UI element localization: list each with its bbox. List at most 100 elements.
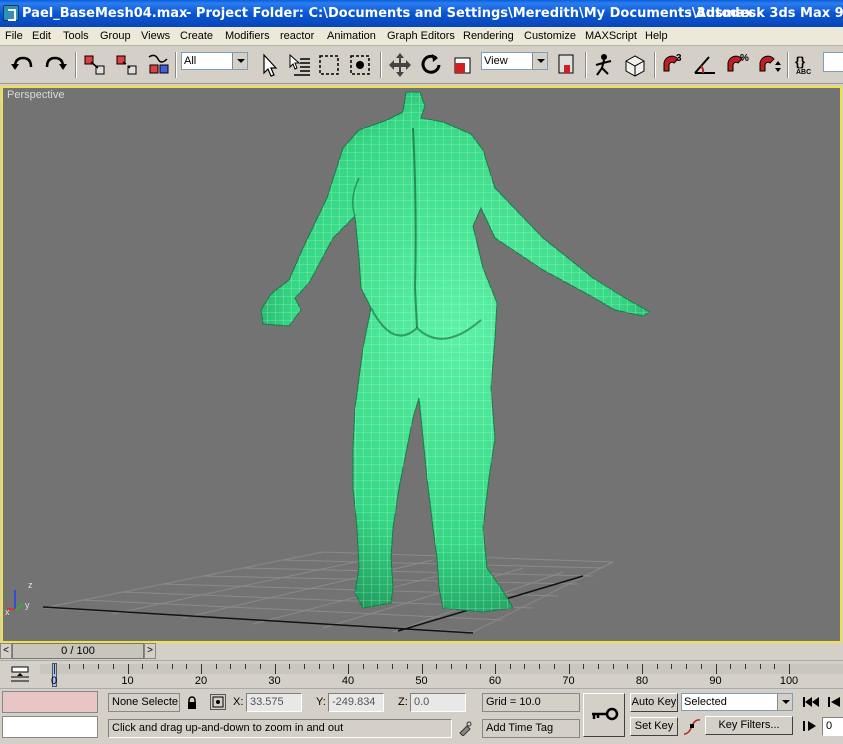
select-and-move-button[interactable] [387,51,413,79]
ruler-tick [715,664,717,674]
angle-snap-toggle-button[interactable] [692,51,718,79]
ruler-tick [201,664,202,674]
3dsmax-app-icon[interactable] [3,5,19,21]
ruler-tick-label: 60 [488,675,502,687]
maxscript-listener-pink[interactable] [2,691,98,713]
percent-snap-toggle-button[interactable]: % [724,51,750,79]
scale-icon [454,57,471,74]
select-and-manipulate-button[interactable] [591,51,617,79]
menu-rendering[interactable]: Rendering [463,29,514,43]
menu-group[interactable]: Group [100,29,131,43]
ruler-tick [568,664,570,674]
menu-create[interactable]: Create [180,29,213,43]
selection-filter-value: All [184,55,197,67]
menu-help[interactable]: Help [645,29,668,43]
window-crossing-button[interactable] [348,51,374,79]
use-pivot-center-button[interactable] [554,51,580,79]
base-mesh-model[interactable] [260,91,652,613]
key-filters-button[interactable]: Key Filters... [705,716,793,735]
title-bar[interactable]: Pael_BaseMesh04.max - Project Folder: C:… [0,0,843,27]
title-app-name: - Autodesk 3ds Max 9 SP2 [686,6,843,21]
time-slider-prev-button[interactable]: < [0,643,12,659]
menu-file[interactable]: File [5,29,23,43]
time-slider[interactable]: < 0 / 100 > [0,643,843,660]
ruler-tick-label: 100 [779,675,799,687]
curve-editor-icon [11,666,29,682]
track-bar[interactable]: 0 10 20 30 40 50 60 70 80 90 100 [0,660,843,688]
previous-frame-button[interactable] [827,695,841,712]
time-slider-thumb[interactable]: 0 / 100 [12,643,144,659]
menu-views[interactable]: Views [141,29,170,43]
ruler-tick [377,664,379,669]
ruler-tick [656,664,658,669]
bind-space-warp-button[interactable] [146,51,172,79]
perspective-viewport[interactable]: Perspective y x z [1,86,842,643]
ruler-tick [553,664,555,669]
menu-customize[interactable]: Customize [524,29,576,43]
key-mode-toggle-button[interactable] [802,719,820,736]
ruler-tick [597,664,599,669]
z-coordinate-field[interactable]: 0.0 [410,693,466,712]
menu-graph-editors[interactable]: Graph Editors [387,29,455,43]
edit-named-selection-button[interactable]: {} ABC [793,51,819,79]
ruler-tick-label: 40 [341,675,355,687]
ruler-tick [509,664,511,669]
selection-filter-dropdown[interactable]: All [181,52,248,70]
select-and-scale-button[interactable] [450,51,476,79]
track-bar-ruler[interactable]: 0 10 20 30 40 50 60 70 80 90 100 [40,661,843,689]
axis-z-label: z [28,580,33,590]
ruler-tick [230,664,232,669]
toolbar-separator [654,52,656,78]
select-by-name-button[interactable] [286,51,312,79]
named-selection-field[interactable] [823,52,843,72]
y-coordinate-field[interactable]: -249.834 [328,693,384,712]
select-and-rotate-button[interactable] [418,51,444,79]
go-to-start-button[interactable] [802,695,820,712]
snap-mode-label: 3 [676,53,682,64]
menu-edit[interactable]: Edit [32,29,51,43]
ruler-tick [642,664,643,674]
rectangular-selection-button[interactable] [316,51,342,79]
menu-animation[interactable]: Animation [327,29,376,43]
ruler-tick-label: 30 [268,675,281,687]
set-key-button[interactable]: Set Key [630,717,678,736]
auto-key-button[interactable]: Auto Key [630,693,678,712]
menu-maxscript[interactable]: MAXScript [585,29,637,43]
ruler-tick [436,664,438,669]
ruler-tick [54,664,55,674]
select-object-button[interactable] [256,51,282,79]
absolute-mode-transform-toggle[interactable] [210,694,226,710]
unlink-selection-button[interactable] [114,51,140,79]
ruler-tick [730,664,732,669]
set-keys-button[interactable] [583,693,625,737]
ruler-tick [98,664,100,669]
key-mode-dropdown[interactable]: Selected [681,693,793,711]
selection-lock-toggle[interactable] [186,696,198,713]
keyboard-cube-icon [625,55,645,77]
time-slider-next-button[interactable]: > [144,643,156,659]
time-tag-icon-button[interactable] [458,720,474,739]
snaps-toggle-button[interactable]: 3 [660,51,686,79]
add-time-tag-button[interactable]: Add Time Tag [482,719,580,738]
main-toolbar: All View 3 % {} ABC [0,46,843,84]
undo-button[interactable] [10,51,36,79]
select-and-link-button[interactable] [82,51,108,79]
title-filename: Pael_BaseMesh04.max [22,6,188,21]
undo-icon [11,56,33,70]
open-mini-curve-editor-button[interactable] [10,666,32,684]
current-frame-field[interactable]: 0 [822,717,843,736]
maxscript-listener-white[interactable] [2,716,98,738]
menu-tools[interactable]: Tools [63,29,89,43]
menu-modifiers[interactable]: Modifiers [225,29,270,43]
x-coordinate-field[interactable]: 33.575 [246,693,302,712]
ruler-tick-label: 70 [562,675,575,687]
redo-button[interactable] [42,51,68,79]
menu-reactor[interactable]: reactor [280,29,314,43]
key-mode-icon [803,721,816,731]
tangent-curve-icon [683,719,701,735]
keyboard-shortcut-override-button[interactable] [622,51,648,79]
key-tangent-button[interactable] [683,718,701,739]
spinner-snap-toggle-button[interactable] [756,51,782,79]
ruler-tick [186,664,188,669]
reference-coordinate-dropdown[interactable]: View [481,52,548,70]
